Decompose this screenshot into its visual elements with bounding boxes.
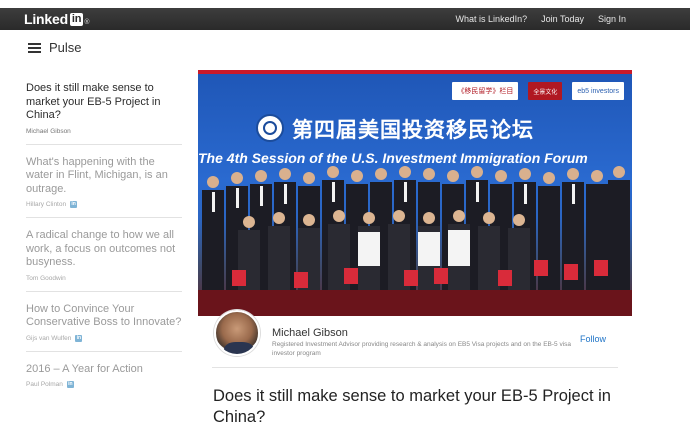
- sidebar-article[interactable]: What's happening with the water in Flint…: [26, 145, 182, 218]
- sidebar-article[interactable]: 2016 – A Year for Action Paul Polman in: [26, 352, 182, 398]
- sidebar-article[interactable]: Does it still make sense to market your …: [26, 70, 182, 145]
- sidebar-article-title: Does it still make sense to market your …: [26, 82, 161, 121]
- sponsor-logo: 全景文化: [528, 82, 563, 100]
- sidebar-article-title: 2016 – A Year for Action: [26, 362, 143, 375]
- article-title: Does it still make sense to market your …: [213, 387, 611, 426]
- author-name-text: Gijs van Wulfen: [26, 334, 72, 342]
- nav-join-today[interactable]: Join Today: [541, 14, 584, 24]
- top-navigation-bar: Linked in ® What is LinkedIn? Join Today…: [0, 8, 690, 30]
- logo-text: Linked: [24, 11, 68, 27]
- sidebar-article[interactable]: A radical change to how we all work, a f…: [26, 218, 182, 292]
- hamburger-menu-icon[interactable]: [28, 42, 41, 53]
- author-name-text: Michael Gibson: [26, 127, 71, 135]
- follow-button[interactable]: Follow: [580, 334, 606, 344]
- author-description: Registered Investment Advisor providing …: [272, 341, 572, 357]
- pulse-header: Pulse: [28, 40, 82, 55]
- linkedin-logo[interactable]: Linked in ®: [24, 11, 89, 27]
- hero-sponsor-logos: 《移民留学》栏目 全景文化 eb5 investors: [452, 82, 624, 100]
- pulse-label[interactable]: Pulse: [49, 40, 82, 55]
- group-photo-crowd: [198, 166, 632, 316]
- nav-sign-in[interactable]: Sign In: [598, 14, 626, 24]
- forum-emblem-icon: [256, 114, 284, 142]
- linkedin-influencer-icon: in: [70, 201, 78, 208]
- sidebar-article-author: Michael Gibson: [26, 128, 182, 135]
- nav-what-is-linkedin[interactable]: What is LinkedIn?: [456, 14, 528, 24]
- sidebar-article[interactable]: How to Convince Your Conservative Boss t…: [26, 292, 182, 352]
- sponsor-logo: eb5 investors: [572, 82, 624, 100]
- author-card: Michael Gibson Registered Investment Adv…: [212, 310, 618, 368]
- linkedin-influencer-icon: in: [66, 381, 74, 388]
- linkedin-influencer-icon: in: [75, 334, 83, 342]
- author-avatar[interactable]: [214, 310, 260, 356]
- sidebar-article-title: What's happening with the water in Flint…: [26, 155, 168, 195]
- hero-title-chinese: 第四届美国投资移民论坛: [292, 119, 534, 142]
- sidebar-article-title: How to Convince Your Conservative Boss t…: [26, 302, 182, 329]
- logo-in-box: in: [69, 12, 84, 26]
- sidebar-article-author: Paul Polman in: [26, 381, 182, 388]
- sidebar-article-author: Tom Goodwin: [26, 275, 182, 282]
- article-sidebar: Does it still make sense to market your …: [26, 70, 182, 397]
- sponsor-logo: 《移民留学》栏目: [452, 82, 519, 100]
- logo-registered-mark: ®: [84, 18, 90, 26]
- sidebar-article-author: Gijs van Wulfen in: [26, 334, 182, 342]
- author-name[interactable]: Michael Gibson: [272, 327, 348, 339]
- sidebar-article-title: A radical change to how we all work, a f…: [26, 229, 176, 268]
- hero-top-stripe: [198, 70, 632, 74]
- author-name-text: Paul Polman: [26, 381, 63, 388]
- author-name-text: Hillary Clinton: [26, 201, 67, 208]
- top-nav-links: What is LinkedIn? Join Today Sign In: [456, 14, 626, 24]
- sidebar-article-author: Hillary Clinton in: [26, 201, 182, 208]
- author-name-text: Tom Goodwin: [26, 274, 66, 282]
- hero-image: 《移民留学》栏目 全景文化 eb5 investors 第四届美国投资移民论坛 …: [198, 70, 632, 316]
